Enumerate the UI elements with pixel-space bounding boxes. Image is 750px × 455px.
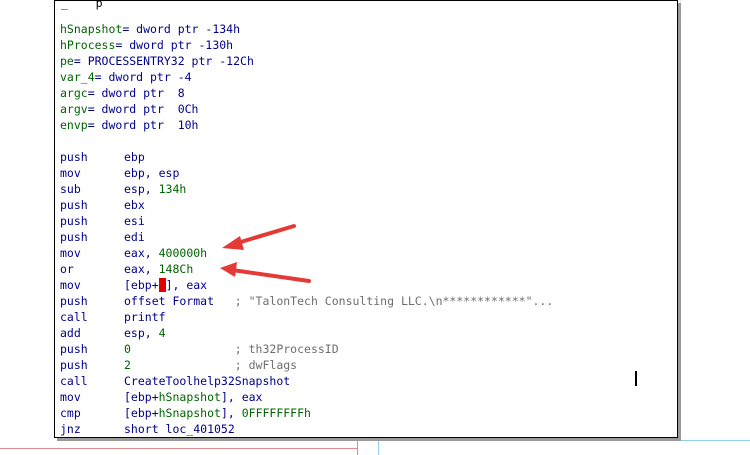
highlighted-offset: X <box>158 278 166 292</box>
immediate-value: 0 <box>124 342 131 356</box>
declaration-line[interactable]: argv= dword ptr 0Ch <box>60 101 677 117</box>
variable-name: hSnapshot <box>158 390 221 404</box>
immediate-value: 4 <box>158 326 166 340</box>
instruction-line[interactable]: mov eax, 400000h <box>60 245 677 261</box>
instruction-line[interactable]: push ebx <box>60 197 677 213</box>
comment: ; th32ProcessID <box>130 342 339 356</box>
instruction-line[interactable]: or eax, 148Ch <box>60 261 677 277</box>
mnemonic: push <box>60 214 88 228</box>
text-cursor <box>635 371 637 386</box>
operand: printf <box>124 310 166 324</box>
operand: esp, <box>124 326 159 340</box>
declaration-type: = PROCESSENTRY32 ptr -12Ch <box>73 54 254 68</box>
mnemonic: push <box>60 230 88 244</box>
operand: eax, <box>124 246 159 260</box>
background-edge-line <box>357 438 358 455</box>
declaration-line[interactable]: envp= dword ptr 10h <box>60 117 677 133</box>
variable-name: argc <box>60 86 88 100</box>
operand: ebp <box>124 150 145 164</box>
declaration-type: = dword ptr -130h <box>115 38 234 52</box>
mnemonic: mov <box>60 246 81 260</box>
declaration-type: = dword ptr -4 <box>94 70 192 84</box>
declaration-type: = dword ptr -134h <box>122 22 241 36</box>
mnemonic: push <box>60 150 88 164</box>
immediate-value: 134h <box>158 182 187 196</box>
declaration-line[interactable]: hSnapshot= dword ptr -134h <box>60 21 677 37</box>
variable-name: argv <box>60 102 88 116</box>
variable-name: hProcess <box>60 38 116 52</box>
mnemonic: push <box>60 342 88 356</box>
immediate-value: 400000h <box>158 246 208 260</box>
background-edge-line <box>378 440 750 441</box>
immediate-value: 0FFFFFFFFh <box>241 406 311 420</box>
operand: [ebp+ <box>124 406 159 420</box>
comment: ; "TalonTech Consulting LLC.\n**********… <box>214 294 554 308</box>
operand: ], eax <box>220 390 263 404</box>
variable-name: hSnapshot <box>158 406 221 420</box>
operand: ebx <box>124 198 145 212</box>
variable-name: pe <box>60 54 74 68</box>
instruction-line[interactable]: mov [ebp+X], eax <box>60 277 677 293</box>
variable-name: hSnapshot <box>60 22 123 36</box>
background-edge-line <box>0 448 358 449</box>
instruction-line[interactable]: push esi <box>60 213 677 229</box>
instruction-line[interactable]: cmp [ebp+hSnapshot], 0FFFFFFFFh <box>60 405 677 421</box>
instruction-line[interactable]: call printf <box>60 309 677 325</box>
disassembly-listing[interactable]: hSnapshot= dword ptr -134h hProcess= dwor… <box>60 21 677 437</box>
operand: esi <box>124 214 145 228</box>
instruction-line[interactable]: add esp, 4 <box>60 325 677 341</box>
instruction-line[interactable]: push 2 ; dwFlags <box>60 357 677 373</box>
mnemonic: call <box>60 310 88 324</box>
mnemonic: mov <box>60 166 81 180</box>
mnemonic: push <box>60 358 88 372</box>
operand: short loc_401052 <box>124 422 235 436</box>
declaration-type: = dword ptr 8 <box>87 86 185 100</box>
mnemonic: add <box>60 326 81 340</box>
truncated-line: _ p <box>61 0 103 10</box>
mnemonic: cmp <box>60 406 81 420</box>
instruction-line[interactable]: jnz short loc_401052 <box>60 421 677 437</box>
instruction-line[interactable]: call CreateToolhelp32Snapshot <box>60 373 677 389</box>
operand: offset Format <box>124 294 215 308</box>
operand: ], eax <box>165 278 208 292</box>
comment: ; dwFlags <box>130 358 298 372</box>
mnemonic: mov <box>60 278 81 292</box>
operand: ], <box>220 406 242 420</box>
mnemonic: jnz <box>60 422 81 436</box>
disassembly-graph-node[interactable]: _ p hSnapshot= dword ptr -134h hProcess= … <box>54 0 678 438</box>
declaration-line[interactable]: pe= PROCESSENTRY32 ptr -12Ch <box>60 53 677 69</box>
declaration-type: = dword ptr 0Ch <box>87 102 199 116</box>
immediate-value: 2 <box>124 358 131 372</box>
variable-name: var_4 <box>60 70 95 84</box>
instruction-line[interactable]: sub esp, 134h <box>60 181 677 197</box>
operand: edi <box>124 230 145 244</box>
mnemonic: push <box>60 198 88 212</box>
mnemonic: sub <box>60 182 81 196</box>
operand: ebp, esp <box>124 166 180 180</box>
variable-name: envp <box>60 118 88 132</box>
instruction-line[interactable]: push offset Format ; "TalonTech Consultin… <box>60 293 677 309</box>
instruction-line[interactable]: push ebp <box>60 149 677 165</box>
operand: [ebp+ <box>124 278 159 292</box>
mnemonic: push <box>60 294 88 308</box>
operand: CreateToolhelp32Snapshot <box>124 374 291 388</box>
operand: [ebp+ <box>124 390 159 404</box>
operand: eax, <box>124 262 159 276</box>
instruction-line[interactable]: mov [ebp+hSnapshot], eax <box>60 389 677 405</box>
mnemonic: or <box>60 262 74 276</box>
instruction-line[interactable]: push 0 ; th32ProcessID <box>60 341 677 357</box>
mnemonic: mov <box>60 390 81 404</box>
mnemonic: call <box>60 374 88 388</box>
instruction-line[interactable]: push edi <box>60 229 677 245</box>
declaration-line[interactable]: hProcess= dword ptr -130h <box>60 37 677 53</box>
background-edge-line <box>378 440 379 455</box>
immediate-value: 148Ch <box>158 262 194 276</box>
instruction-line[interactable]: mov ebp, esp <box>60 165 677 181</box>
declaration-line[interactable]: var_4= dword ptr -4 <box>60 69 677 85</box>
declaration-type: = dword ptr 10h <box>87 118 199 132</box>
operand: esp, <box>124 182 159 196</box>
background-panel <box>680 0 750 440</box>
declaration-line[interactable]: argc= dword ptr 8 <box>60 85 677 101</box>
